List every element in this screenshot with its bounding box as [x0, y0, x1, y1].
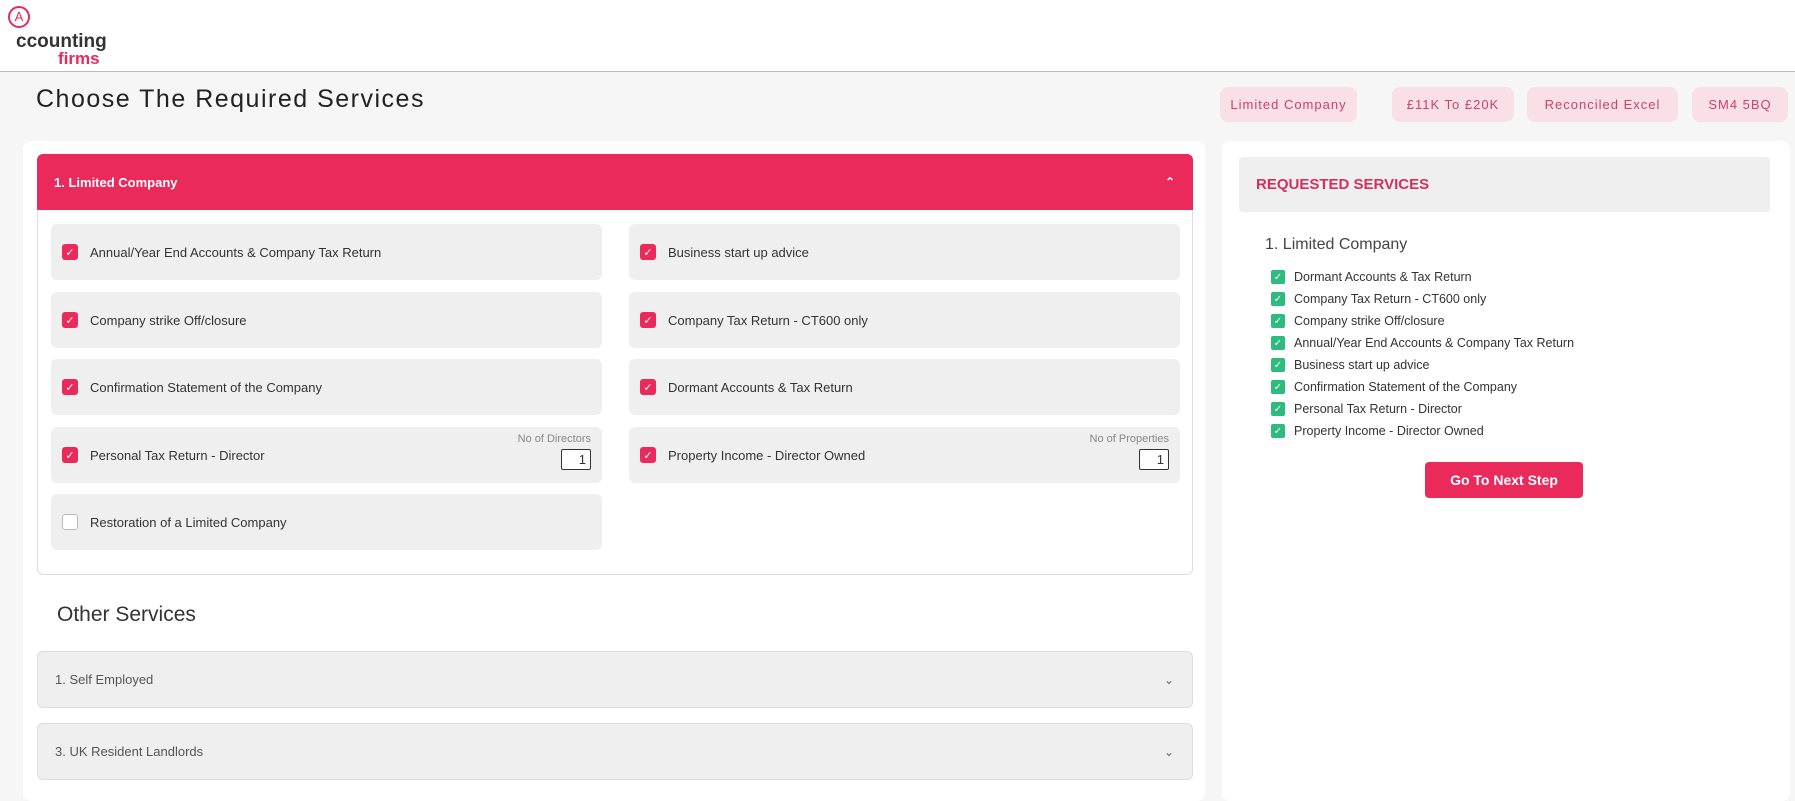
accordion-title: 1. Self Employed	[55, 672, 154, 687]
service-label: Annual/Year End Accounts & Company Tax R…	[90, 244, 382, 260]
service-label: Dormant Accounts & Tax Return	[668, 379, 853, 395]
service-option[interactable]: ✓ Property Income - Director Owned No of P…	[629, 427, 1180, 483]
requested-item: ✓ Property Income - Director Owned	[1271, 420, 1574, 442]
requested-item-label: Business start up advice	[1294, 358, 1430, 372]
checkbox[interactable]	[62, 514, 78, 530]
chevron-down-icon: ⌄	[1163, 672, 1174, 687]
service-label: Confirmation Statement of the Company	[90, 379, 322, 395]
requested-item: ✓ Personal Tax Return - Director	[1271, 398, 1574, 420]
service-label: Company strike Off/closure	[90, 312, 247, 328]
service-option[interactable]: ✓ Personal Tax Return - Director No of Dir…	[51, 427, 602, 483]
count-label: No of Directors	[517, 433, 591, 445]
count-input[interactable]: 1	[561, 449, 591, 470]
service-option[interactable]: ✓ Business start up advice	[629, 224, 1180, 280]
logo-text-sub: firms	[58, 49, 100, 68]
service-option[interactable]: ✓ Company strike Off/closure	[51, 292, 602, 348]
requested-group-title: 1. Limited Company	[1265, 236, 1408, 253]
check-icon: ✓	[1271, 292, 1285, 306]
requested-item: ✓ Confirmation Statement of the Company	[1271, 376, 1574, 398]
chevron-down-icon: ⌄	[1163, 744, 1174, 759]
service-option[interactable]: ✓ Confirmation Statement of the Company	[51, 359, 602, 415]
service-option[interactable]: ✓ Dormant Accounts & Tax Return	[629, 359, 1180, 415]
count-field: No of Properties 1	[1090, 433, 1169, 470]
checkbox[interactable]: ✓	[62, 447, 78, 463]
checkbox[interactable]: ✓	[62, 312, 78, 328]
next-step-button[interactable]: Go To Next Step	[1425, 462, 1583, 498]
requested-item: ✓ Company strike Off/closure	[1271, 310, 1574, 332]
requested-services-list: ✓ Dormant Accounts & Tax Return ✓ Company T…	[1271, 266, 1574, 442]
tag-postcode: SM4 5BQ	[1692, 87, 1788, 122]
service-label: Restoration of a Limited Company	[90, 514, 287, 530]
requested-item: ✓ Dormant Accounts & Tax Return	[1271, 266, 1574, 288]
checkbox[interactable]: ✓	[62, 379, 78, 395]
accordion-uk-resident-landlords[interactable]: 3. UK Resident Landlords ⌄	[37, 723, 1193, 780]
requested-item: ✓ Company Tax Return - CT600 only	[1271, 288, 1574, 310]
service-label: Company Tax Return - CT600 only	[668, 312, 868, 328]
requested-item-label: Annual/Year End Accounts & Company Tax R…	[1294, 336, 1575, 350]
check-icon: ✓	[1271, 336, 1285, 350]
accordion-title: 1. Limited Company	[54, 174, 178, 190]
requested-item: ✓ Business start up advice	[1271, 354, 1574, 376]
service-option[interactable]: ✓ Company Tax Return - CT600 only	[629, 292, 1180, 348]
tag-bookkeeping: Reconciled Excel	[1527, 87, 1678, 122]
check-icon: ✓	[1271, 314, 1285, 328]
page-title: Choose The Required Services	[36, 85, 425, 113]
requested-item-label: Property Income - Director Owned	[1294, 424, 1484, 438]
tag-turnover: £11K To £20K	[1392, 87, 1514, 122]
top-bar: A ccounting firms	[0, 0, 1795, 72]
logo-pin-icon: A	[8, 6, 30, 28]
service-option[interactable]: ✓ Annual/Year End Accounts & Company Tax …	[51, 224, 602, 280]
requested-item-label: Company strike Off/closure	[1294, 314, 1445, 328]
count-input[interactable]: 1	[1139, 449, 1169, 470]
service-label: Property Income - Director Owned	[668, 447, 866, 463]
requested-item-label: Personal Tax Return - Director	[1294, 402, 1462, 416]
checkbox[interactable]: ✓	[640, 244, 656, 260]
tag-company-type: Limited Company	[1220, 87, 1357, 122]
check-icon: ✓	[1271, 358, 1285, 372]
requested-item: ✓ Annual/Year End Accounts & Company Tax …	[1271, 332, 1574, 354]
service-option[interactable]: Restoration of a Limited Company	[51, 494, 602, 550]
accordion-self-employed[interactable]: 1. Self Employed ⌄	[37, 651, 1193, 708]
requested-item-label: Company Tax Return - CT600 only	[1294, 292, 1487, 306]
chevron-up-icon: ⌃	[1164, 175, 1175, 189]
accordion-title: 3. UK Resident Landlords	[55, 744, 204, 759]
service-label: Business start up advice	[668, 244, 809, 260]
count-field: No of Directors 1	[518, 433, 591, 470]
count-label: No of Properties	[1089, 433, 1169, 445]
checkbox[interactable]: ✓	[640, 312, 656, 328]
requested-services-header: REQUESTED SERVICES	[1239, 157, 1770, 212]
service-label: Personal Tax Return - Director	[90, 447, 265, 463]
checkbox[interactable]: ✓	[62, 244, 78, 260]
accordion-header-limited-company[interactable]: 1. Limited Company ⌃	[37, 154, 1193, 210]
checkbox[interactable]: ✓	[640, 447, 656, 463]
check-icon: ✓	[1271, 424, 1285, 438]
checkbox[interactable]: ✓	[640, 379, 656, 395]
requested-item-label: Confirmation Statement of the Company	[1294, 380, 1518, 394]
other-services-title: Other Services	[57, 603, 196, 626]
check-icon: ✓	[1271, 270, 1285, 284]
requested-item-label: Dormant Accounts & Tax Return	[1294, 270, 1472, 284]
check-icon: ✓	[1271, 402, 1285, 416]
check-icon: ✓	[1271, 380, 1285, 394]
logo[interactable]: A ccounting firms	[6, 6, 116, 68]
